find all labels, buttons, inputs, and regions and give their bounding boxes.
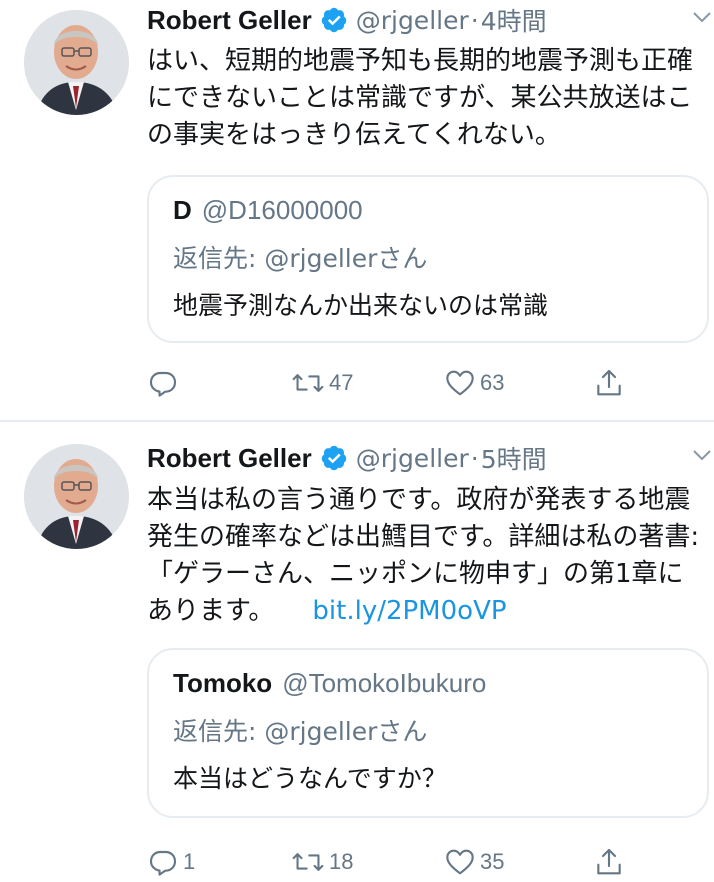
avatar[interactable] <box>24 444 129 549</box>
quoted-reply-to: 返信先: @rjgellerさん <box>173 717 428 746</box>
tweet-actions: 1 18 35 <box>147 842 707 882</box>
author-name[interactable]: Robert Geller <box>147 443 312 474</box>
reply-icon <box>147 846 179 878</box>
retweet-count: 18 <box>329 849 354 874</box>
author-name[interactable]: Robert Geller <box>147 5 312 36</box>
avatar[interactable] <box>24 10 129 115</box>
quoted-reply-to: 返信先: @rjgellerさん <box>173 244 428 273</box>
chevron-down-icon[interactable] <box>692 10 712 24</box>
retweet-icon <box>291 846 325 878</box>
quoted-tweet[interactable]: D @D16000000 返信先: @rjgellerさん 地震予測なんか出来な… <box>147 175 709 343</box>
separator-dot: · <box>470 5 479 35</box>
tweet-link[interactable]: bit.ly/2PM0oVP <box>312 596 506 626</box>
retweet-icon <box>291 367 325 399</box>
reply-icon <box>147 367 179 399</box>
reply-count: 1 <box>183 849 196 874</box>
tweet-text-body: はい、短期的地震予知も長期的地震予測も正確にできないことは常識ですが、某公共放送… <box>147 46 694 150</box>
like-button[interactable]: 63 <box>444 363 504 403</box>
tweet-text: 本当は私の言う通りです。政府が発表する地震発生の確率などは出鱈目です。詳細は私の… <box>147 482 707 630</box>
timestamp[interactable]: 4時間 <box>481 2 547 38</box>
like-button[interactable]: 35 <box>444 842 504 882</box>
author-handle[interactable]: @rjgeller <box>356 6 469 35</box>
tweet-text: はい、短期的地震予知も長期的地震予測も正確にできないことは常識ですが、某公共放送… <box>147 43 707 154</box>
chevron-down-icon[interactable] <box>692 448 712 462</box>
tweet-header: Robert Geller @rjgeller · 4時間 <box>147 2 694 38</box>
timestamp[interactable]: 5時間 <box>481 440 547 476</box>
like-count: 35 <box>480 849 505 874</box>
tweet-header: Robert Geller @rjgeller · 5時間 <box>147 440 694 476</box>
tweet[interactable]: Robert Geller @rjgeller · 5時間 本当は私の言う通りで… <box>0 422 714 876</box>
heart-icon <box>444 846 476 878</box>
quoted-tweet-header: Tomoko @TomokoIbukuro <box>173 668 486 699</box>
quoted-author-handle: @TomokoIbukuro <box>282 668 487 698</box>
quoted-tweet[interactable]: Tomoko @TomokoIbukuro 返信先: @rjgellerさん 本… <box>147 648 709 818</box>
share-button[interactable] <box>593 842 625 882</box>
quoted-tweet-text: 本当はどうなんですか？ <box>173 764 447 793</box>
retweet-count: 47 <box>329 370 354 395</box>
quoted-author-handle: @D16000000 <box>201 195 363 225</box>
like-count: 63 <box>480 370 505 395</box>
quoted-author-name: D <box>173 195 192 225</box>
share-icon <box>593 367 625 399</box>
share-button[interactable] <box>593 363 625 403</box>
share-icon <box>593 846 625 878</box>
author-handle[interactable]: @rjgeller <box>356 444 469 473</box>
quoted-tweet-text: 地震予測なんか出来ないのは常識 <box>173 291 549 320</box>
retweet-button[interactable]: 47 <box>291 363 353 403</box>
tweet-actions: 47 63 <box>147 363 707 403</box>
separator-dot: · <box>470 443 479 473</box>
verified-badge-icon <box>320 6 348 34</box>
reply-button[interactable] <box>147 363 183 403</box>
verified-badge-icon <box>320 444 348 472</box>
heart-icon <box>444 367 476 399</box>
quoted-author-name: Tomoko <box>173 668 273 698</box>
reply-button[interactable]: 1 <box>147 842 195 882</box>
quoted-tweet-header: D @D16000000 <box>173 195 363 226</box>
tweet[interactable]: Robert Geller @rjgeller · 4時間 はい、短期的地震予知… <box>0 0 714 420</box>
retweet-button[interactable]: 18 <box>291 842 353 882</box>
